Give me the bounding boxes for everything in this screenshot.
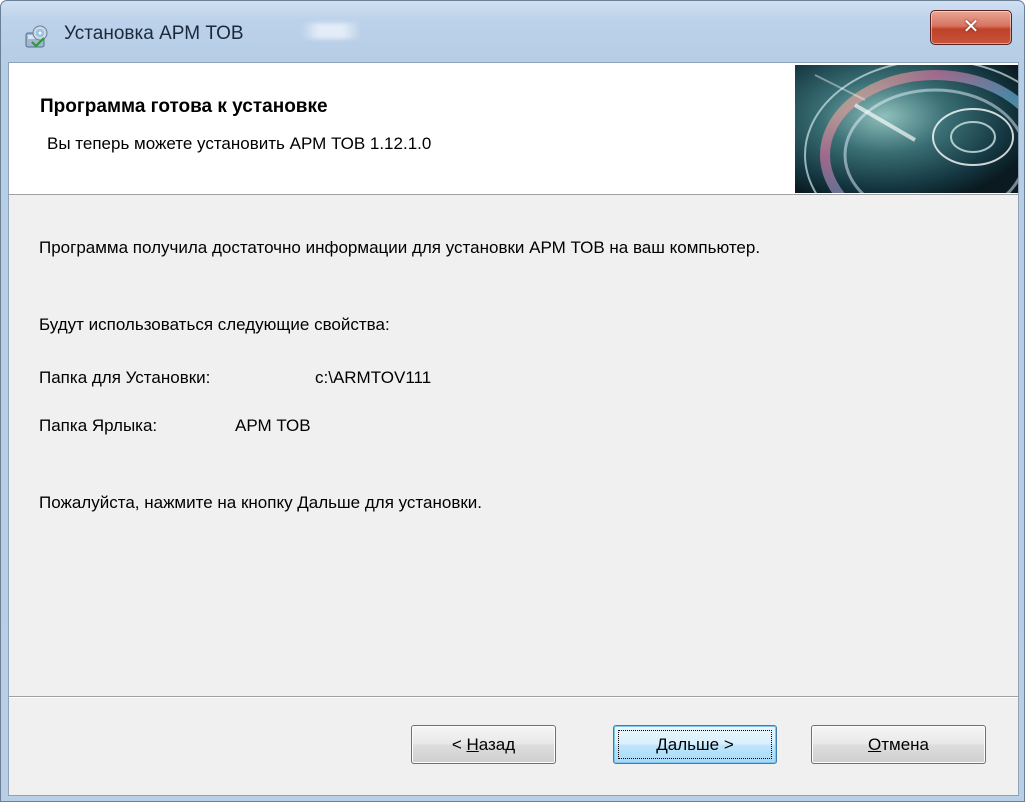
cancel-rest: тмена	[881, 735, 929, 754]
title-bar[interactable]: Установка АРМ ТОВ ✕	[1, 1, 1024, 61]
properties-heading: Будут использоваться следующие свойства:	[39, 315, 390, 334]
next-button[interactable]: Дальше >	[613, 725, 777, 764]
intro-text: Программа получила достаточно информации…	[39, 238, 761, 257]
focus-rect	[618, 730, 772, 759]
instruction-text: Пожалуйста, нажмите на кнопку Дальше для…	[39, 493, 483, 512]
footer-divider	[9, 696, 1018, 698]
close-icon: ✕	[962, 14, 980, 38]
header-panel: Программа готова к установке Вы теперь м…	[9, 63, 1018, 195]
window-title: Установка АРМ ТОВ	[64, 23, 244, 44]
cancel-button[interactable]: Отмена	[811, 725, 986, 764]
installer-window: Установка АРМ ТОВ ✕ Программа готова к у…	[0, 0, 1025, 802]
cancel-mnemonic: О	[867, 735, 882, 754]
back-mnemonic: Н	[466, 735, 479, 754]
back-rest: азад	[478, 735, 516, 754]
back-button[interactable]: < Назад	[411, 725, 556, 764]
close-button[interactable]: ✕	[930, 10, 1012, 45]
install-folder-value: c:\ARMTOV111	[315, 368, 432, 387]
installer-disc-icon	[25, 25, 48, 48]
page-subtitle: Вы теперь можете установить АРМ ТОВ 1.12…	[47, 134, 432, 153]
title-redaction	[301, 23, 361, 39]
shortcut-folder-value: АРМ ТОВ	[235, 416, 311, 435]
shortcut-folder-label: Папка Ярлыка:	[39, 416, 158, 435]
page-title: Программа готова к установке	[40, 96, 328, 117]
install-folder-label: Папка для Установки:	[39, 368, 211, 387]
dialog-content: Программа готова к установке Вы теперь м…	[8, 62, 1019, 796]
cd-disc-banner	[795, 65, 1018, 193]
back-prefix: <	[451, 735, 467, 754]
